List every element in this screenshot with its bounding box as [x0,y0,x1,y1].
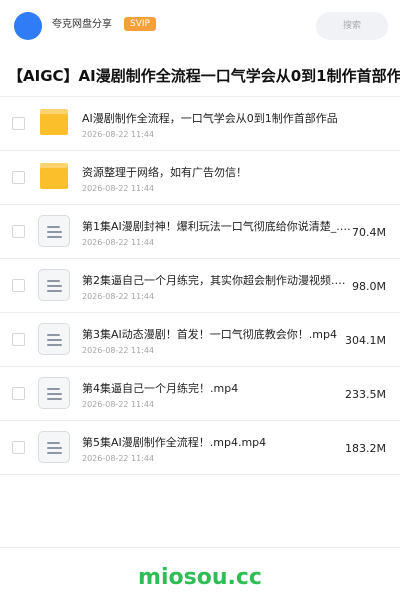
file-size: 304.1M [345,334,386,347]
file-name[interactable]: 第2集逼自己一个月练完，其实你超会制作动漫视频.mp4 [82,273,354,289]
select-checkbox[interactable] [12,279,25,292]
file-row[interactable]: 第5集AI漫剧制作全流程！.mp4.mp4 2026-08-22 11:44 183… [0,421,400,475]
select-checkbox[interactable] [12,171,25,184]
file-size: 98.0M [352,280,386,293]
select-checkbox[interactable] [12,117,25,130]
file-name[interactable]: 第5集AI漫剧制作全流程！.mp4.mp4 [82,435,354,451]
file-size: 70.4M [352,226,386,239]
file-row[interactable]: 第4集逼自己一个月练完！.mp4 2026-08-22 11:44 233.5M [0,367,400,421]
document-icon [38,323,70,355]
avatar[interactable] [14,12,42,40]
document-icon [38,377,70,409]
file-date: 2026-08-22 11:44 [82,238,155,247]
folder-row[interactable]: 资源整理于网络，如有广告勿信！ 2026-08-22 11:44 [0,151,400,205]
file-size: 183.2M [345,442,386,455]
file-name[interactable]: 第3集AI动态漫剧！首发！一口气彻底教会你！.mp4 [82,327,354,343]
document-icon [38,431,70,463]
file-name[interactable]: 资源整理于网络，如有广告勿信！ [82,165,382,181]
document-icon [38,269,70,301]
document-icon [38,215,70,247]
file-name[interactable]: 第4集逼自己一个月练完！.mp4 [82,381,354,397]
share-title: 【AIGC】AI漫剧制作全流程一口气学会从0到1制作首部作品 [8,67,400,85]
file-name[interactable]: 第1集AI漫剧封神！爆利玩法一口气彻底给你说清楚_.mp4 [82,219,354,235]
select-checkbox[interactable] [12,387,25,400]
file-row[interactable]: 第3集AI动态漫剧！首发！一口气彻底教会你！.mp4 2026-08-22 11:… [0,313,400,367]
watermark: miosou.cc [138,565,262,590]
file-name[interactable]: AI漫剧制作全流程，一口气学会从0到1制作首部作品 [82,111,382,127]
file-date: 2026-08-22 11:44 [82,400,155,409]
svip-badge: SVIP [124,17,156,31]
file-size: 233.5M [345,388,386,401]
select-checkbox[interactable] [12,225,25,238]
share-header: 夸克网盘分享 SVIP 搜索 [0,0,400,52]
select-checkbox[interactable] [12,333,25,346]
file-date: 2026-08-22 11:44 [82,292,155,301]
folder-row[interactable]: AI漫剧制作全流程，一口气学会从0到1制作首部作品 2026-08-22 11:4… [0,97,400,151]
folder-icon [40,109,68,135]
divider [0,547,400,548]
file-date: 2026-08-22 11:44 [82,130,155,139]
file-date: 2026-08-22 11:44 [82,184,155,193]
folder-icon [40,163,68,189]
sharer-name: 夸克网盘分享 [52,19,112,30]
file-list: AI漫剧制作全流程，一口气学会从0到1制作首部作品 2026-08-22 11:4… [0,97,400,475]
search-input[interactable]: 搜索 [316,12,388,40]
file-date: 2026-08-22 11:44 [82,346,155,355]
file-date: 2026-08-22 11:44 [82,454,155,463]
file-row[interactable]: 第2集逼自己一个月练完，其实你超会制作动漫视频.mp4 2026-08-22 11… [0,259,400,313]
file-row[interactable]: 第1集AI漫剧封神！爆利玩法一口气彻底给你说清楚_.mp4 2026-08-22 … [0,205,400,259]
select-checkbox[interactable] [12,441,25,454]
